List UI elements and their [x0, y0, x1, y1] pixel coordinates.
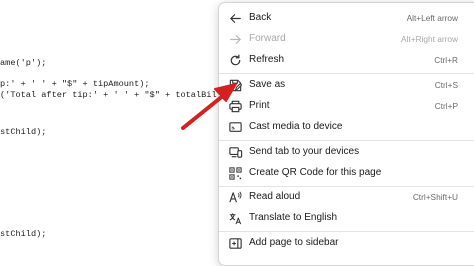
menu-item-shortcut: Ctrl+P	[434, 101, 458, 111]
menu-separator	[219, 73, 474, 74]
menu-item-refresh[interactable]: Refresh Ctrl+R	[219, 50, 474, 71]
menu-item-send-tab[interactable]: Send tab to your devices	[219, 142, 474, 163]
menu-item-cast-media[interactable]: Cast media to device	[219, 117, 474, 138]
menu-item-label: Create QR Code for this page	[249, 167, 382, 178]
save-as-icon	[229, 79, 243, 92]
menu-item-shortcut: Ctrl+S	[434, 80, 458, 90]
code-line: stChild);	[0, 127, 47, 137]
menu-item-forward[interactable]: Forward Alt+Right arrow	[219, 29, 474, 50]
menu-item-label: Read aloud	[249, 191, 301, 202]
qr-code-icon	[229, 167, 242, 180]
menu-item-shortcut: Alt+Left arrow	[406, 13, 458, 23]
menu-item-label: Send tab to your devices	[249, 146, 360, 157]
code-editor: ame('p'); p:' + ' ' + "$" + tipAmount); …	[0, 0, 240, 255]
sidebar-add-icon	[229, 238, 242, 249]
code-line: p:' + ' ' + "$" + tipAmount);	[0, 79, 150, 89]
printer-icon	[229, 100, 242, 113]
code-line: stChild);	[0, 229, 47, 239]
menu-separator	[219, 231, 474, 232]
menu-item-add-to-sidebar[interactable]: Add page to sidebar	[219, 233, 474, 254]
menu-item-label: Save as	[249, 79, 286, 90]
menu-item-print[interactable]: Print Ctrl+P	[219, 96, 474, 117]
back-arrow-icon	[230, 14, 241, 23]
menu-item-read-aloud[interactable]: Read aloud Ctrl+Shift+U	[219, 187, 474, 208]
translate-icon	[229, 213, 242, 225]
menu-item-label: Refresh	[249, 54, 285, 65]
menu-item-label: Add page to sidebar	[249, 237, 339, 248]
code-line: ame('p');	[0, 58, 47, 68]
menu-item-label: Translate to English	[249, 212, 338, 223]
menu-separator	[219, 140, 474, 141]
menu-item-translate[interactable]: Translate to English	[219, 208, 474, 229]
menu-item-qr-code[interactable]: Create QR Code for this page	[219, 163, 474, 184]
menu-item-shortcut: Alt+Right arrow	[401, 34, 458, 44]
menu-item-back[interactable]: Back Alt+Left arrow	[219, 8, 474, 29]
menu-item-label: Forward	[249, 33, 286, 44]
refresh-icon	[230, 54, 241, 66]
context-menu: Back Alt+Left arrow Forward Alt+Right ar…	[218, 2, 474, 266]
forward-arrow-icon	[230, 35, 241, 44]
read-aloud-icon	[229, 191, 242, 203]
menu-item-shortcut: Ctrl+R	[434, 55, 458, 65]
menu-item-label: Back	[249, 12, 272, 23]
code-line: ('Total after tip:' + ' ' + "$" + totalB…	[0, 90, 233, 100]
menu-item-label: Cast media to device	[249, 121, 343, 132]
menu-item-label: Print	[249, 100, 270, 111]
devices-icon	[229, 147, 243, 158]
menu-item-save-as[interactable]: Save as Ctrl+S	[219, 75, 474, 96]
menu-item-shortcut: Ctrl+Shift+U	[412, 192, 458, 202]
cast-icon	[229, 122, 242, 132]
